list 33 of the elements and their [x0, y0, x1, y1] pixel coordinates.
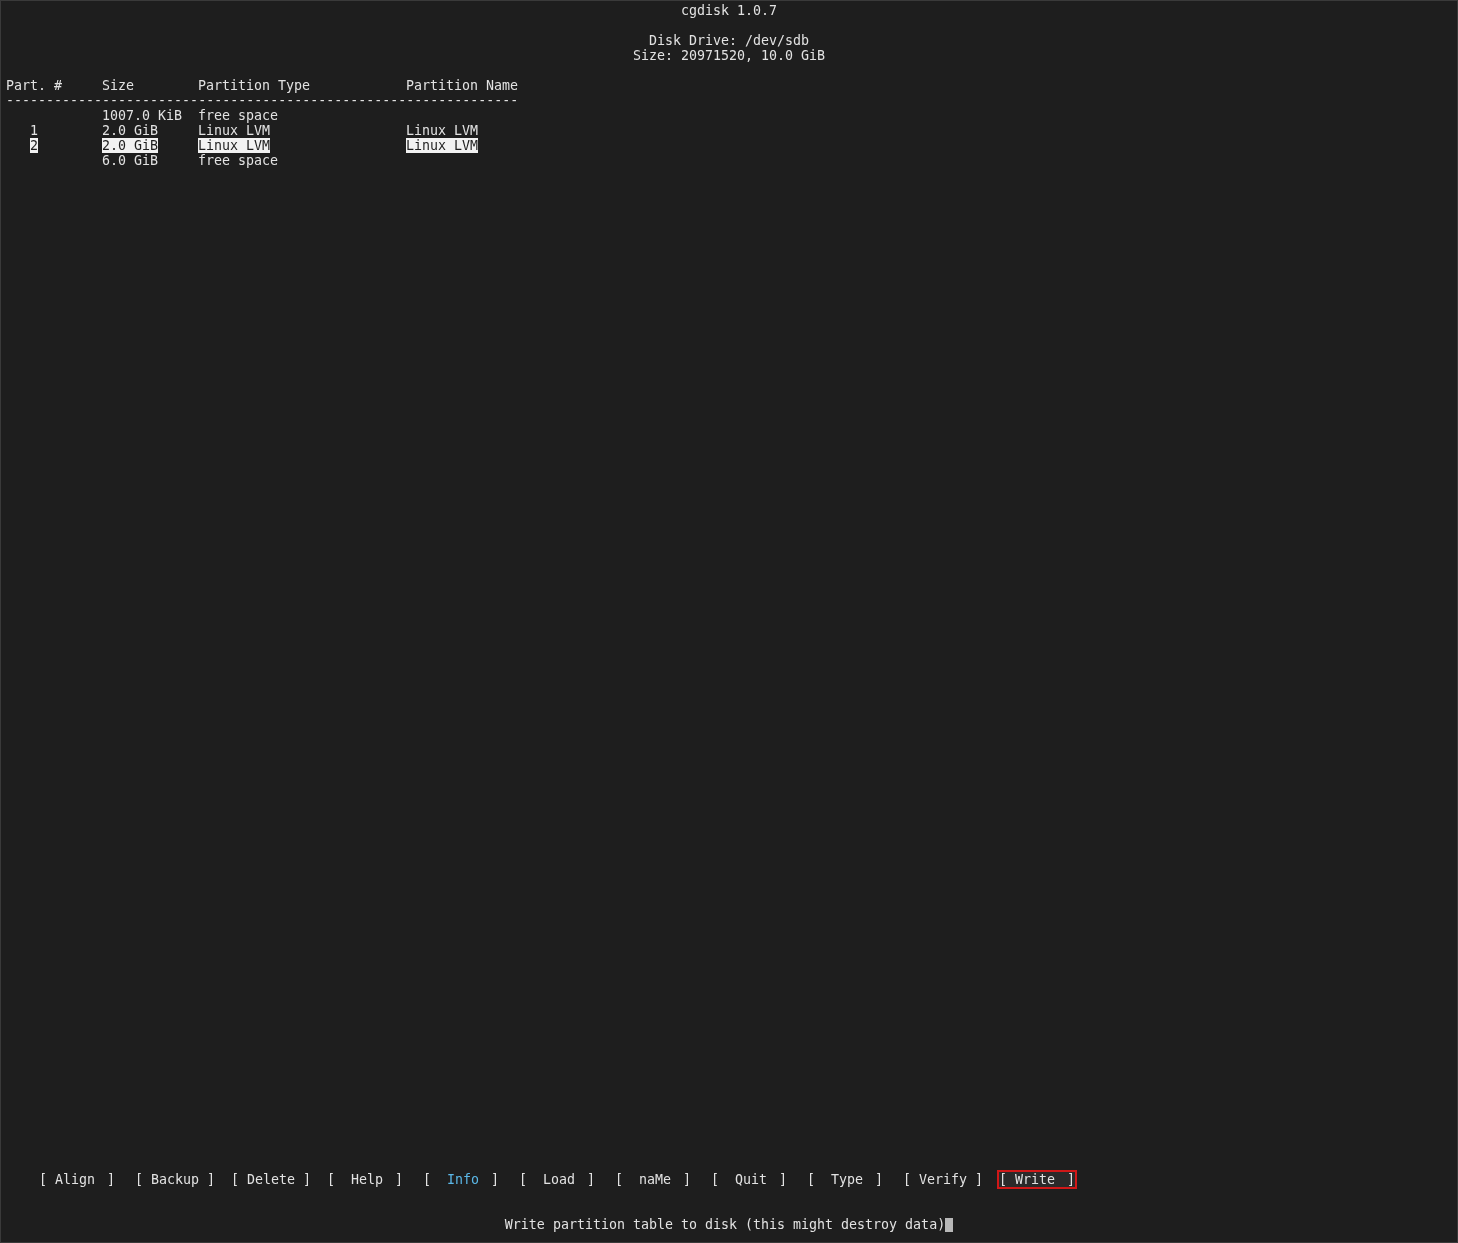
menu-button[interactable]: [ Info ]	[421, 1170, 501, 1189]
disk-drive-label: Disk Drive: /dev/sdb	[648, 33, 810, 48]
menu-button[interactable]: [ Load ]	[517, 1170, 597, 1189]
text-cursor	[945, 1217, 954, 1232]
partition-type[interactable]: free space	[198, 153, 279, 168]
column-header: Part. #	[6, 78, 63, 93]
partition-number[interactable]: 2	[30, 138, 38, 153]
menu-button[interactable]: [ Delete ]	[229, 1170, 309, 1189]
partition-type[interactable]: free space	[198, 108, 279, 123]
app-title: cgdisk 1.0.7	[680, 3, 778, 18]
partition-size[interactable]: 2.0 GiB	[102, 138, 159, 153]
header-rule: ----------------------------------------------------------------	[6, 93, 519, 108]
menu-button[interactable]: [ Write ]	[997, 1170, 1077, 1189]
column-header: Partition Type	[198, 78, 311, 93]
column-header: Partition Name	[406, 78, 519, 93]
menu-button[interactable]: [ Verify ]	[901, 1170, 981, 1189]
disk-size-label: Size: 20971520, 10.0 GiB	[632, 48, 826, 63]
menu-button[interactable]: [ Align ]	[37, 1170, 117, 1189]
partition-number[interactable]: 1	[30, 123, 38, 138]
partition-name[interactable]: Linux LVM	[406, 123, 479, 138]
partition-type[interactable]: Linux LVM	[198, 123, 271, 138]
partition-size[interactable]: 6.0 GiB	[102, 153, 159, 168]
menu-button[interactable]: [ Help ]	[325, 1170, 405, 1189]
partition-name[interactable]: Linux LVM	[406, 138, 479, 153]
column-header: Size	[102, 78, 135, 93]
menu-button[interactable]: [ Quit ]	[709, 1170, 789, 1189]
menu-button[interactable]: [ Type ]	[805, 1170, 885, 1189]
partition-size[interactable]: 2.0 GiB	[102, 123, 159, 138]
status-message: Write partition table to disk (this might destroy data)	[504, 1217, 946, 1232]
partition-type[interactable]: Linux LVM	[198, 138, 271, 153]
partition-size[interactable]: 1007.0 KiB	[102, 108, 183, 123]
menu-button[interactable]: [ naMe ]	[613, 1170, 693, 1189]
menu-button[interactable]: [ Backup ]	[133, 1170, 213, 1189]
